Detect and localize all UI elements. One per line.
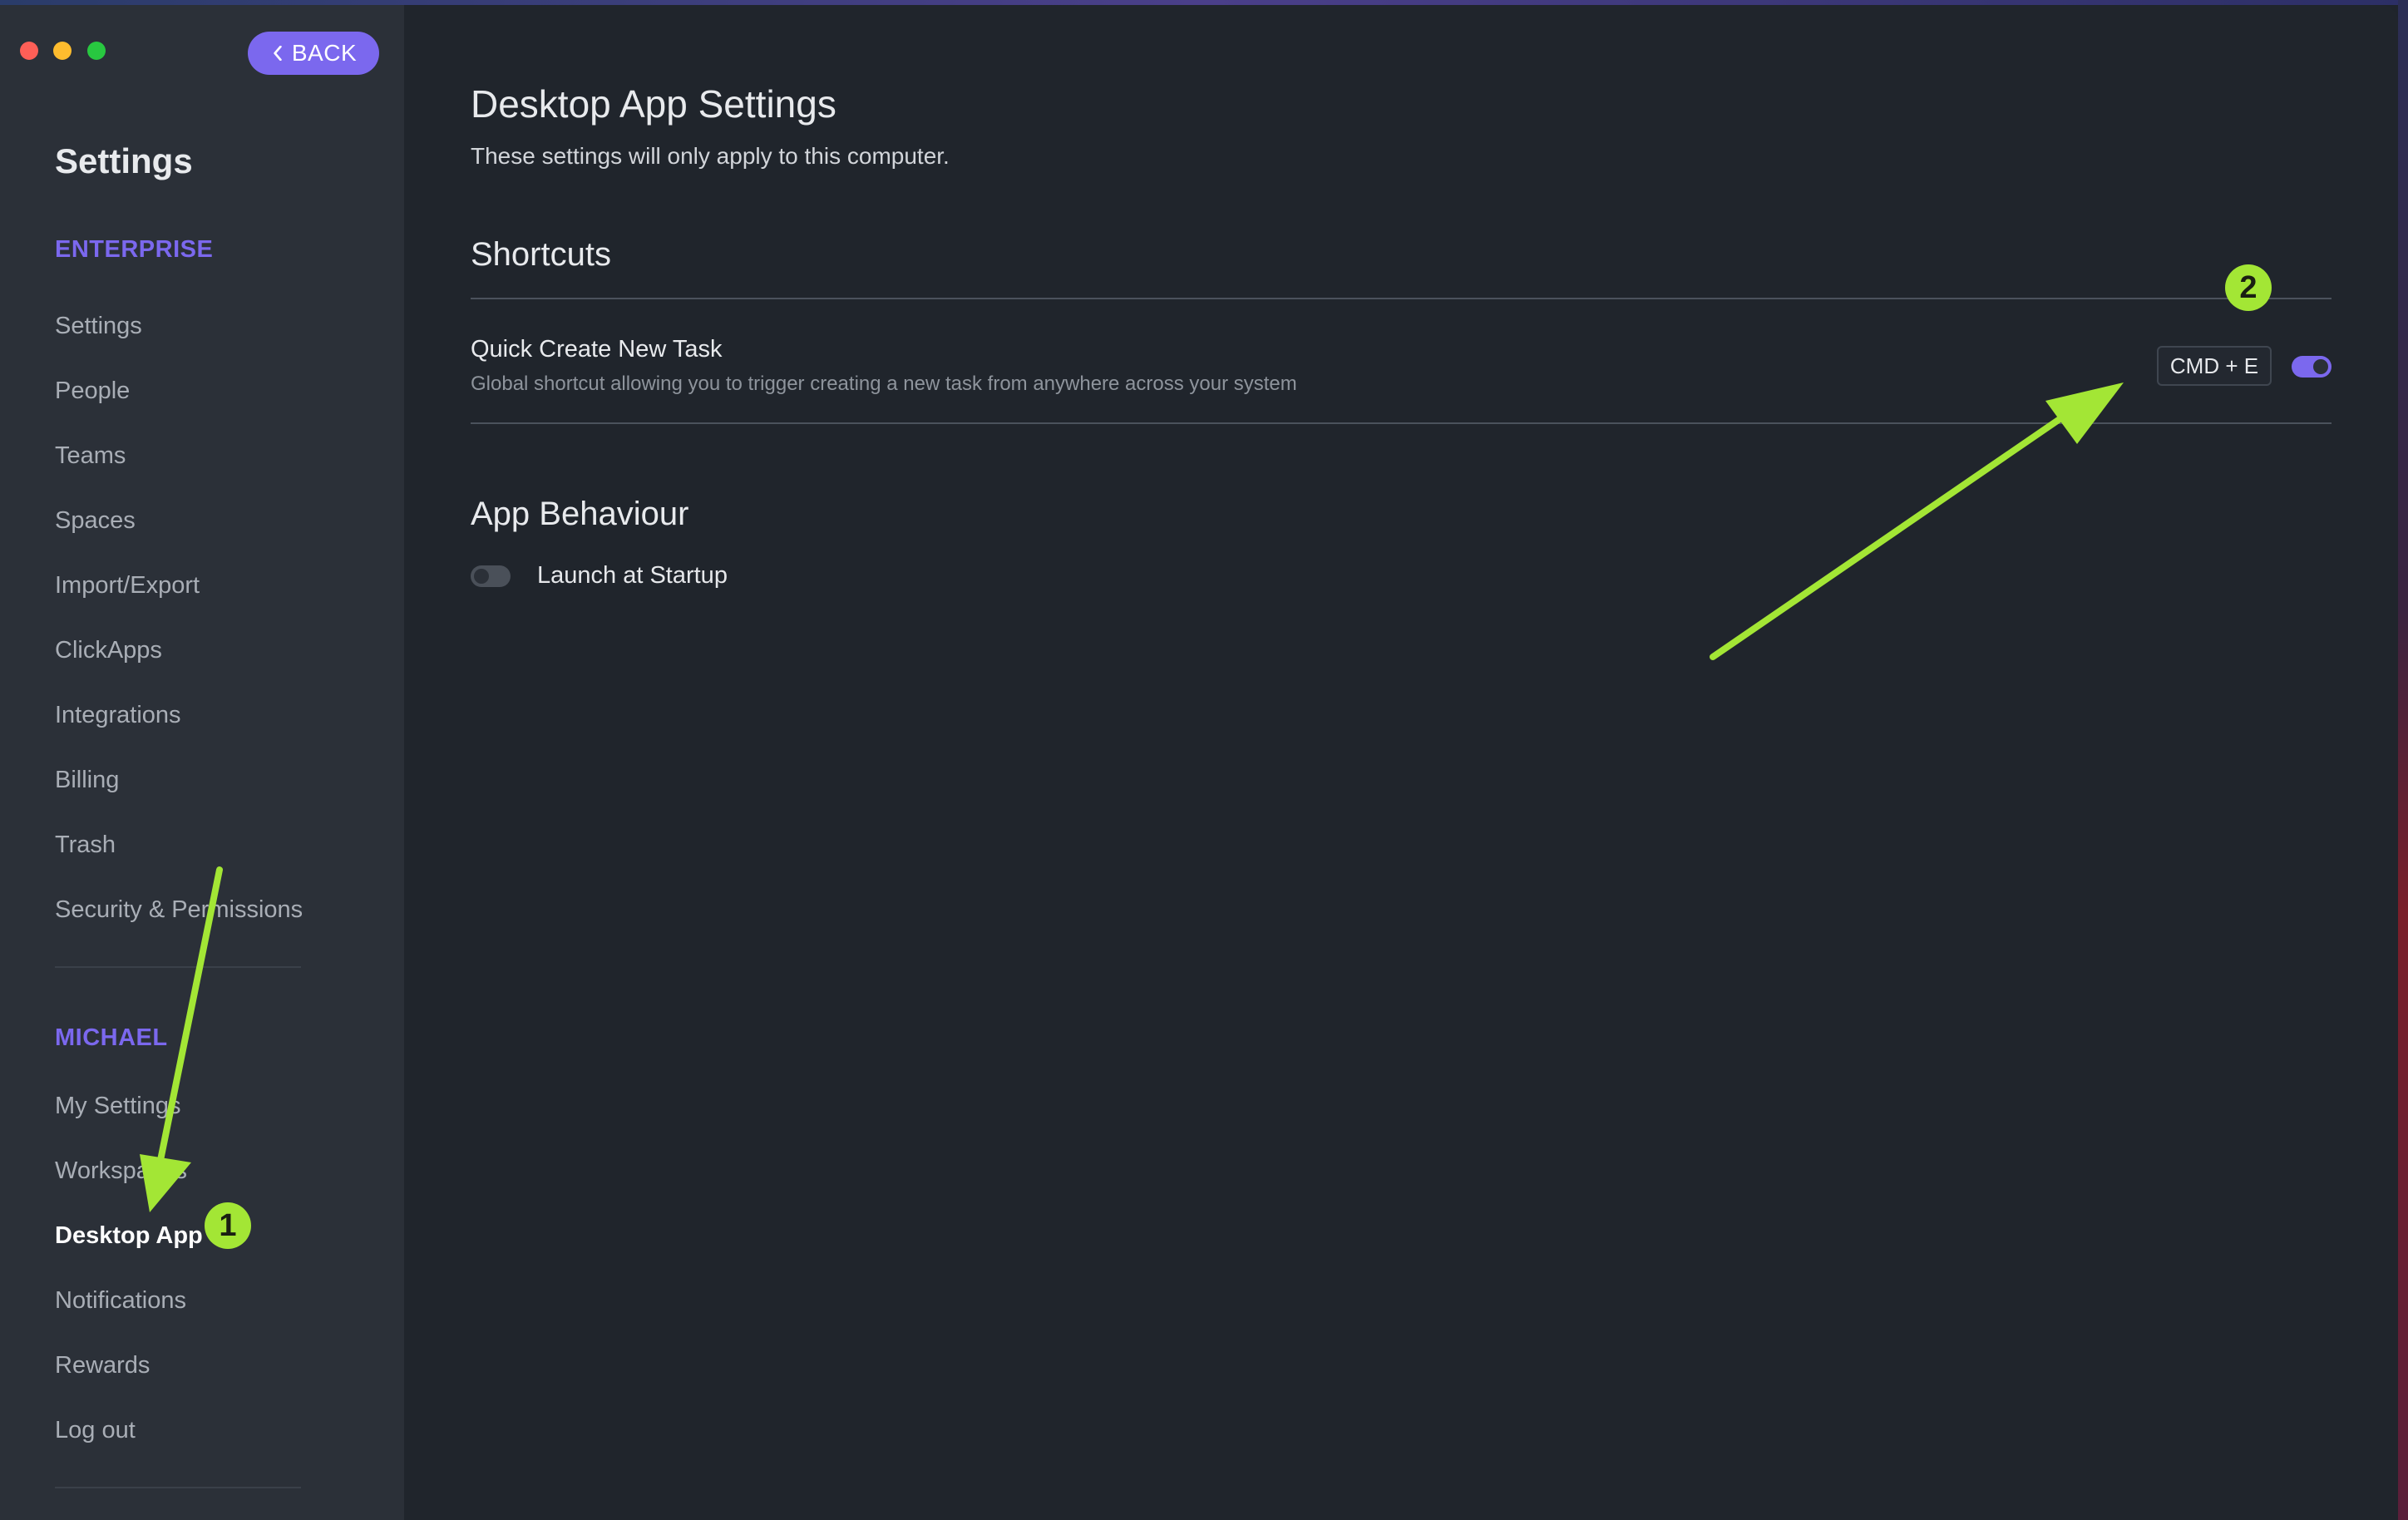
zoom-window-button[interactable]: [87, 42, 106, 60]
section-title-app-behaviour: App Behaviour: [471, 496, 689, 532]
sidebar-item-teams[interactable]: Teams: [55, 442, 126, 470]
sidebar-divider-bottom: [55, 1487, 301, 1488]
toggle-knob: [2313, 359, 2328, 374]
shortcut-key-field[interactable]: CMD + E: [2157, 346, 2272, 386]
row-divider: [471, 422, 2332, 424]
launch-at-startup-toggle[interactable]: [471, 565, 511, 587]
close-window-button[interactable]: [20, 42, 38, 60]
sidebar-item-trash[interactable]: Trash: [55, 832, 116, 859]
sidebar-item-people[interactable]: People: [55, 378, 130, 405]
sidebar-section-user: MICHAEL: [55, 1024, 168, 1051]
section-divider: [471, 298, 2332, 299]
sidebar: BACK Settings ENTERPRISE Settings People…: [0, 5, 404, 1520]
setting-title-quick-create: Quick Create New Task: [471, 336, 723, 363]
annotation-badge-2: 2: [2225, 264, 2272, 311]
sidebar-item-log-out[interactable]: Log out: [55, 1417, 136, 1444]
chevron-left-icon: [274, 46, 282, 61]
sidebar-item-billing[interactable]: Billing: [55, 767, 119, 794]
sidebar-item-notifications[interactable]: Notifications: [55, 1287, 186, 1315]
back-button[interactable]: BACK: [248, 32, 379, 75]
section-title-shortcuts: Shortcuts: [471, 236, 611, 273]
launch-at-startup-label: Launch at Startup: [537, 562, 728, 589]
quick-create-toggle[interactable]: [2292, 356, 2332, 378]
sidebar-section-enterprise: ENTERPRISE: [55, 236, 214, 263]
page-subtitle: These settings will only apply to this c…: [471, 143, 950, 169]
sidebar-item-import-export[interactable]: Import/Export: [55, 572, 200, 600]
back-button-label: BACK: [291, 40, 358, 66]
sidebar-item-rewards[interactable]: Rewards: [55, 1352, 150, 1379]
desktop-background-edge: [2398, 0, 2408, 1520]
app-window: BACK Settings ENTERPRISE Settings People…: [0, 5, 2398, 1520]
sidebar-item-my-settings[interactable]: My Settings: [55, 1093, 181, 1120]
sidebar-item-spaces[interactable]: Spaces: [55, 507, 136, 535]
sidebar-item-workspaces[interactable]: Workspaces: [55, 1157, 187, 1185]
sidebar-item-security-permissions[interactable]: Security & Permissions: [55, 896, 303, 924]
page-title: Desktop App Settings: [471, 82, 836, 126]
sidebar-divider: [55, 966, 301, 968]
sidebar-title: Settings: [55, 141, 193, 180]
toggle-knob: [474, 569, 489, 584]
sidebar-item-clickapps[interactable]: ClickApps: [55, 637, 162, 664]
sidebar-item-integrations[interactable]: Integrations: [55, 702, 181, 729]
minimize-window-button[interactable]: [53, 42, 72, 60]
sidebar-item-settings[interactable]: Settings: [55, 313, 142, 340]
annotation-badge-1: 1: [205, 1202, 251, 1249]
setting-description-quick-create: Global shortcut allowing you to trigger …: [471, 373, 1297, 395]
sidebar-item-desktop-app[interactable]: Desktop App: [55, 1222, 203, 1250]
